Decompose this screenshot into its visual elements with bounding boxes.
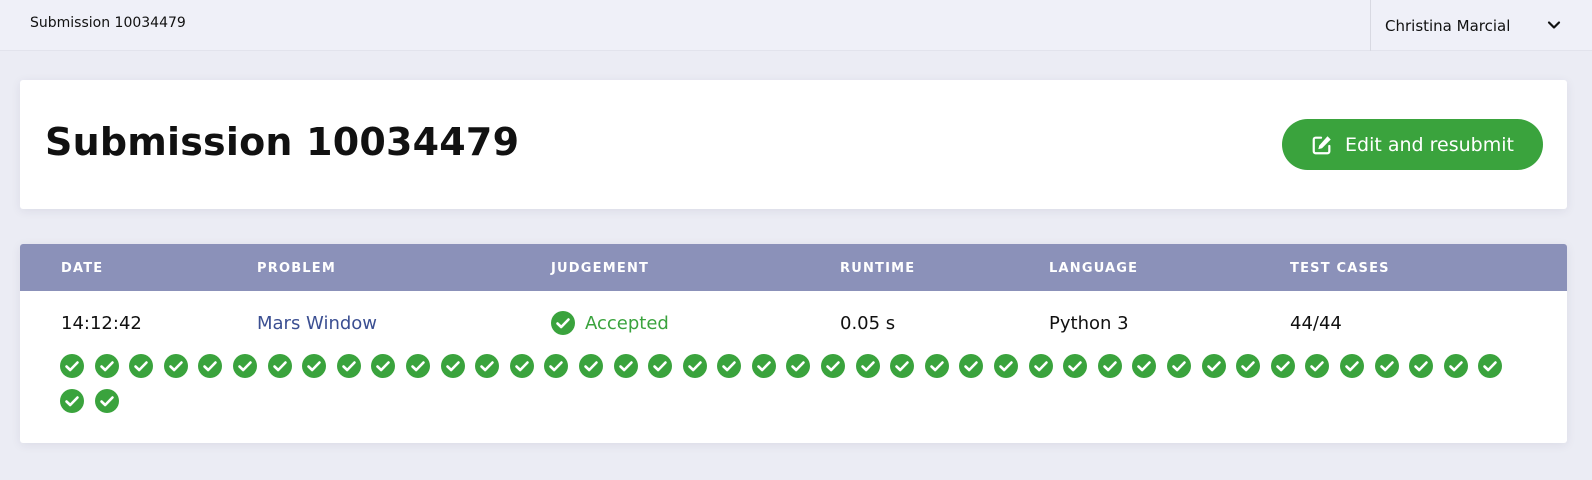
test-case-passed-icon[interactable]	[751, 354, 776, 378]
test-case-passed-icon[interactable]	[1409, 354, 1434, 378]
test-case-passed-icon[interactable]	[682, 354, 707, 378]
test-case-passed-icon[interactable]	[94, 388, 119, 413]
test-case-passed-icon[interactable]	[1132, 354, 1157, 378]
test-case-passed-icon[interactable]	[1028, 354, 1053, 378]
submission-table: DATE PROBLEM JUDGEMENT RUNTIME LANGUAGE …	[20, 244, 1567, 443]
column-header-language: LANGUAGE	[1049, 261, 1139, 276]
cell-date: 14:12:42	[61, 313, 142, 334]
column-header-judgement: JUDGEMENT	[551, 261, 650, 276]
test-case-passed-icon[interactable]	[129, 354, 154, 378]
test-case-passed-icon[interactable]	[544, 354, 569, 378]
test-case-passed-icon[interactable]	[1374, 354, 1399, 378]
test-case-passed-icon[interactable]	[613, 354, 638, 378]
test-case-passed-icon[interactable]	[1063, 354, 1088, 378]
column-header-test-cases: TEST CASES	[1290, 261, 1390, 276]
breadcrumb: Submission 10034479	[30, 15, 186, 31]
test-case-passed-icon[interactable]	[198, 354, 223, 378]
test-case-passed-icon[interactable]	[1097, 354, 1122, 378]
page-title: Submission 10034479	[45, 120, 520, 164]
test-case-passed-icon[interactable]	[94, 354, 119, 378]
test-case-passed-icon[interactable]	[267, 354, 292, 378]
test-case-passed-icon[interactable]	[821, 354, 846, 378]
test-case-passed-icon[interactable]	[578, 354, 603, 378]
test-case-passed-icon[interactable]	[855, 354, 880, 378]
test-case-passed-icon[interactable]	[1478, 354, 1503, 378]
test-case-passed-icon[interactable]	[994, 354, 1019, 378]
top-bar: Submission 10034479 Christina Marcial	[0, 0, 1592, 51]
test-case-passed-icon[interactable]	[890, 354, 915, 378]
test-case-passed-icon[interactable]	[302, 354, 327, 378]
test-case-passed-icon[interactable]	[336, 354, 361, 378]
user-menu[interactable]: Christina Marcial	[1370, 0, 1592, 51]
test-case-passed-icon[interactable]	[648, 354, 673, 378]
test-case-passed-icon[interactable]	[1270, 354, 1295, 378]
user-name: Christina Marcial	[1385, 16, 1511, 35]
test-case-passed-icon[interactable]	[440, 354, 465, 378]
test-case-passed-icon[interactable]	[475, 354, 500, 378]
test-case-passed-icon[interactable]	[1339, 354, 1364, 378]
test-case-passed-icon[interactable]	[60, 354, 84, 378]
column-header-date: DATE	[61, 261, 104, 276]
check-circle-icon	[551, 311, 575, 335]
chevron-down-icon	[1547, 21, 1561, 29]
test-case-passed-icon[interactable]	[1167, 354, 1191, 378]
judgement-label: Accepted	[585, 312, 669, 334]
test-case-passed-icon[interactable]	[1443, 354, 1468, 378]
test-case-passed-icon[interactable]	[1236, 354, 1261, 378]
cell-judgement: Accepted	[551, 311, 669, 335]
edit-icon	[1312, 135, 1331, 154]
test-case-passed-icon[interactable]	[405, 354, 430, 378]
test-case-passed-icon[interactable]	[924, 354, 949, 378]
column-header-problem: PROBLEM	[257, 261, 336, 276]
problem-link[interactable]: Mars Window	[257, 313, 377, 334]
test-case-passed-icon[interactable]	[786, 354, 811, 378]
cell-runtime: 0.05 s	[840, 313, 896, 334]
cell-language: Python 3	[1049, 313, 1129, 334]
test-case-passed-icon[interactable]	[371, 354, 396, 378]
test-case-passed-icon[interactable]	[1201, 354, 1226, 378]
test-case-passed-icon[interactable]	[717, 354, 742, 378]
test-case-passed-icon[interactable]	[163, 354, 188, 378]
test-case-results	[60, 354, 1530, 413]
edit-and-resubmit-label: Edit and resubmit	[1345, 133, 1514, 156]
test-case-passed-icon[interactable]	[232, 354, 257, 378]
table-header: DATE PROBLEM JUDGEMENT RUNTIME LANGUAGE …	[20, 244, 1567, 291]
test-case-passed-icon[interactable]	[60, 388, 84, 413]
test-case-passed-icon[interactable]	[959, 354, 984, 378]
column-header-runtime: RUNTIME	[840, 261, 916, 276]
edit-and-resubmit-button[interactable]: Edit and resubmit	[1282, 119, 1543, 170]
cell-test-cases: 44/44	[1290, 313, 1342, 334]
submission-header-card: Submission 10034479 Edit and resubmit	[20, 80, 1567, 209]
test-case-passed-icon[interactable]	[509, 354, 534, 378]
test-case-passed-icon[interactable]	[1305, 354, 1330, 378]
